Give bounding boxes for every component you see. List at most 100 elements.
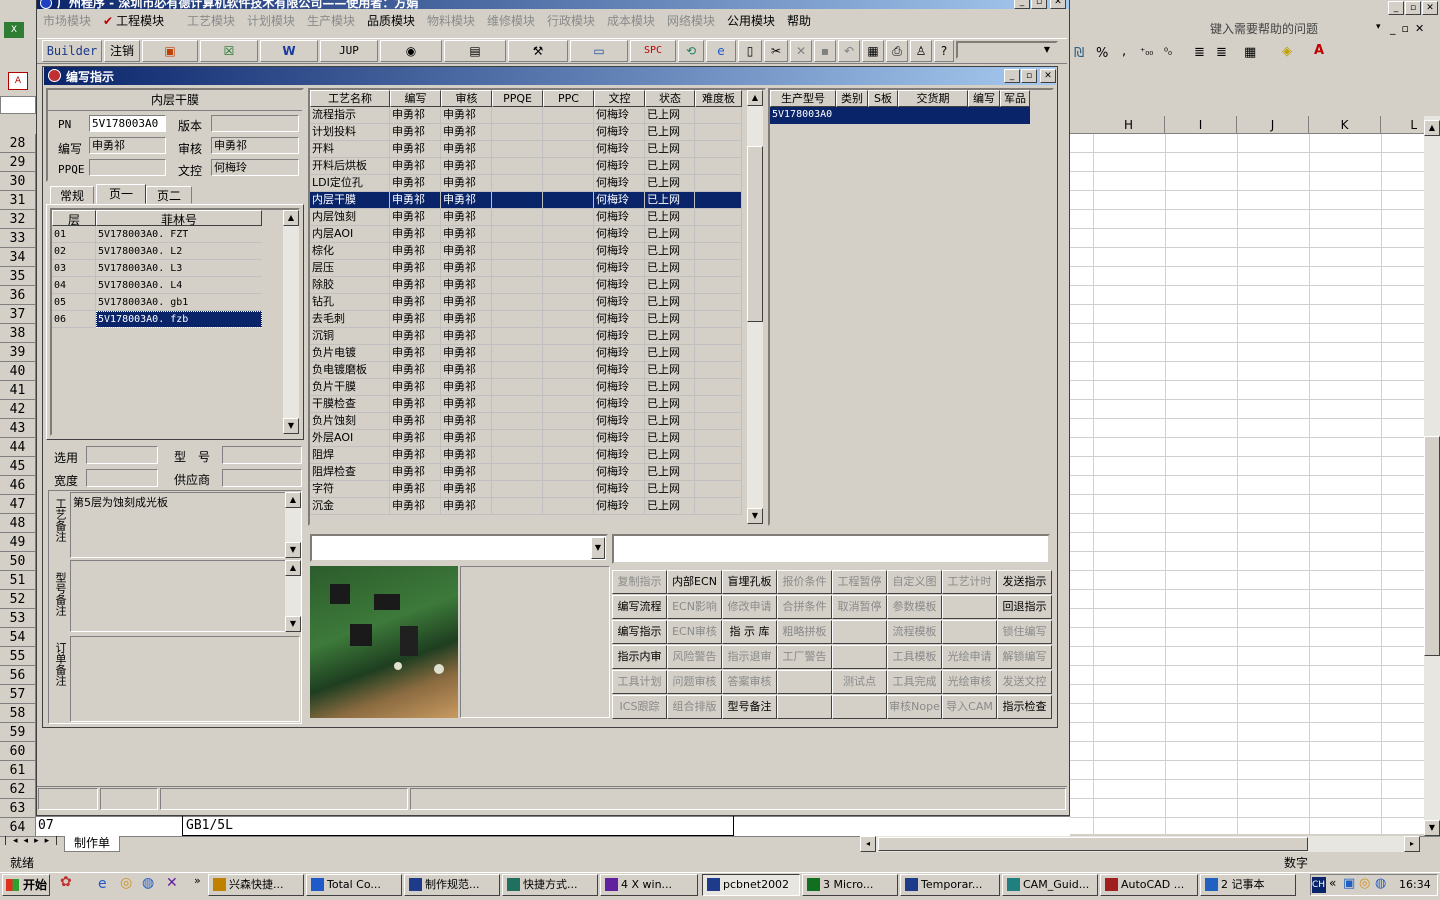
note-input[interactable]	[612, 534, 1050, 564]
database-icon[interactable]: ▤	[444, 40, 506, 62]
menu-item-6[interactable]: 物料模块	[427, 12, 475, 29]
excel-row-header[interactable]: 49	[0, 533, 36, 552]
start-button[interactable]: 开始	[2, 874, 50, 896]
excel-restore-button[interactable]: ▫	[1405, 1, 1421, 15]
doc-field[interactable]: 何梅玲	[211, 159, 299, 176]
action-button-4-4[interactable]: 测试点	[832, 670, 887, 694]
action-button-0-0[interactable]: 复制指示	[612, 570, 667, 594]
process-row[interactable]: 外层AOI 申勇祁 申勇祁 何梅玲 已上网	[310, 430, 742, 447]
process-row[interactable]: 去毛刺 申勇祁 申勇祁 何梅玲 已上网	[310, 311, 742, 328]
action-button-5-6[interactable]: 导入CAM	[942, 695, 997, 719]
tray-sound-icon[interactable]: ◍	[1375, 876, 1386, 891]
spc-button[interactable]: SPC	[630, 40, 676, 62]
process-scrollbar[interactable]: ▲ ▼	[747, 90, 763, 524]
refresh-icon[interactable]: ⟲	[678, 40, 704, 62]
excel-row-header[interactable]: 40	[0, 362, 36, 381]
action-button-4-1[interactable]: 问题审核	[667, 670, 722, 694]
process-scroll-up-button[interactable]: ▲	[747, 90, 763, 106]
process-header-7[interactable]: 难度板	[695, 90, 742, 107]
excel-row-header[interactable]: 63	[0, 799, 36, 818]
taskbar-item-5[interactable]: pcbnet2002	[702, 874, 800, 896]
excel-row-header[interactable]: 31	[0, 191, 36, 210]
decrease-decimal-icon[interactable]: ⁰₀	[1164, 47, 1172, 58]
action-button-1-3[interactable]: 合拼条件	[777, 595, 832, 619]
process-header-0[interactable]: 工艺名称	[310, 90, 390, 107]
model-field[interactable]	[222, 446, 302, 464]
action-button-2-4[interactable]	[832, 620, 887, 644]
taskbar-item-2[interactable]: 制作规范...	[404, 874, 500, 896]
excel-scroll-down-button[interactable]: ▼	[1424, 820, 1440, 836]
excel-namebox[interactable]	[0, 96, 36, 114]
process-row[interactable]: LDI定位孔 申勇祁 申勇祁 何梅玲 已上网	[310, 175, 742, 192]
tray-network-icon[interactable]: ▣	[1343, 876, 1355, 891]
excel-row-header[interactable]: 39	[0, 343, 36, 362]
excel-hscroll-left[interactable]: ◂	[860, 836, 876, 852]
action-button-3-6[interactable]: 光绘申请	[942, 645, 997, 669]
action-button-1-1[interactable]: ECN影响	[667, 595, 722, 619]
delete-icon[interactable]: ✕	[790, 40, 812, 62]
excel-column-I[interactable]: I	[1165, 116, 1237, 134]
excel-row-header[interactable]: 45	[0, 457, 36, 476]
action-button-0-4[interactable]: 工程暂停	[832, 570, 887, 594]
action-button-4-0[interactable]: 工具计划	[612, 670, 667, 694]
action-button-3-7[interactable]: 解锁编写	[997, 645, 1052, 669]
logout-button[interactable]: 注销	[104, 40, 140, 62]
excel-row-header[interactable]: 33	[0, 229, 36, 248]
excel-row-header[interactable]: 54	[0, 628, 36, 647]
process-header-5[interactable]: 文控	[594, 90, 645, 107]
process-combo-arrow-icon[interactable]: ▼	[591, 537, 605, 559]
excel-row-header[interactable]: 56	[0, 666, 36, 685]
process-row[interactable]: 棕化 申勇祁 申勇祁 何梅玲 已上网	[310, 243, 742, 260]
excel-row-header[interactable]: 61	[0, 761, 36, 780]
taskbar-item-6[interactable]: 3 Micro...	[802, 874, 898, 896]
process-remark-text[interactable]: 第5层为蚀刻成光板	[70, 492, 286, 558]
fill-color-icon[interactable]: ◈	[1282, 44, 1292, 59]
model-remark-text[interactable]	[70, 560, 286, 632]
toolbar-dropdown[interactable]: ▼	[956, 41, 1058, 59]
process-row[interactable]: 钻孔 申勇祁 申勇祁 何梅玲 已上网	[310, 294, 742, 311]
excel-row-header[interactable]: 30	[0, 172, 36, 191]
action-button-4-6[interactable]: 光绘审核	[942, 670, 997, 694]
process-row[interactable]: 内层蚀刻 申勇祁 申勇祁 何梅玲 已上网	[310, 209, 742, 226]
excel-vertical-scrollbar[interactable]: ▲ ▼	[1424, 116, 1440, 836]
action-button-1-2[interactable]: 修改申请	[722, 595, 777, 619]
action-button-0-5[interactable]: 自定义图	[887, 570, 942, 594]
excel-row-header[interactable]: 47	[0, 495, 36, 514]
tray-language[interactable]: CH	[1312, 877, 1326, 893]
pn-field[interactable]: 5V178003A0	[89, 115, 166, 132]
process-header-6[interactable]: 状态	[645, 90, 695, 107]
dialog-maximize-button[interactable]: ▫	[1021, 69, 1037, 83]
action-button-2-3[interactable]: 粗略拼板	[777, 620, 832, 644]
process-header-3[interactable]: PPQE	[492, 90, 543, 107]
process-row[interactable]: 负电镀磨板 申勇祁 申勇祁 何梅玲 已上网	[310, 362, 742, 379]
excel-cell-row64-b[interactable]: GB1/5L	[186, 818, 233, 833]
dialog-close-button[interactable]: ✕	[1040, 69, 1056, 83]
action-button-4-3[interactable]	[777, 670, 832, 694]
reviewer-field[interactable]: 申勇祁	[211, 137, 299, 154]
excel-column-K[interactable]: K	[1309, 116, 1381, 134]
action-button-4-7[interactable]: 发送文控	[997, 670, 1052, 694]
model-remark-scroll-up[interactable]: ▲	[285, 560, 301, 576]
excel-row-header[interactable]: 41	[0, 381, 36, 400]
action-button-0-2[interactable]: 盲埋孔板	[722, 570, 777, 594]
menu-item-3[interactable]: 计划模块	[247, 12, 295, 29]
excel-row-header[interactable]: 52	[0, 590, 36, 609]
excel-column-H[interactable]: H	[1093, 116, 1165, 134]
sheet-tab-zhizuodan[interactable]: 制作单	[64, 836, 120, 852]
layer-row[interactable]: 05 5V178003A0. gb1	[52, 294, 264, 311]
quicklaunch-more-icon[interactable]: »	[194, 874, 201, 887]
action-button-3-1[interactable]: 风险警告	[667, 645, 722, 669]
browser-icon[interactable]: ◍	[142, 875, 154, 891]
outdent-icon[interactable]: ≣	[1194, 45, 1205, 60]
excel-row-header[interactable]: 46	[0, 476, 36, 495]
excel-row-header[interactable]: 60	[0, 742, 36, 761]
taskbar-item-7[interactable]: Temporar...	[900, 874, 1000, 896]
excel-row-header[interactable]: 53	[0, 609, 36, 628]
width-field[interactable]	[86, 469, 158, 487]
tools-icon[interactable]: ⚒	[508, 40, 568, 62]
excel-help-box[interactable]: 键入需要帮助的问题	[1210, 20, 1388, 38]
excel-row-header[interactable]: 36	[0, 286, 36, 305]
action-button-2-2[interactable]: 指 示 库	[722, 620, 777, 644]
action-button-1-6[interactable]	[942, 595, 997, 619]
taskbar-item-10[interactable]: 2 记事本	[1200, 874, 1296, 896]
